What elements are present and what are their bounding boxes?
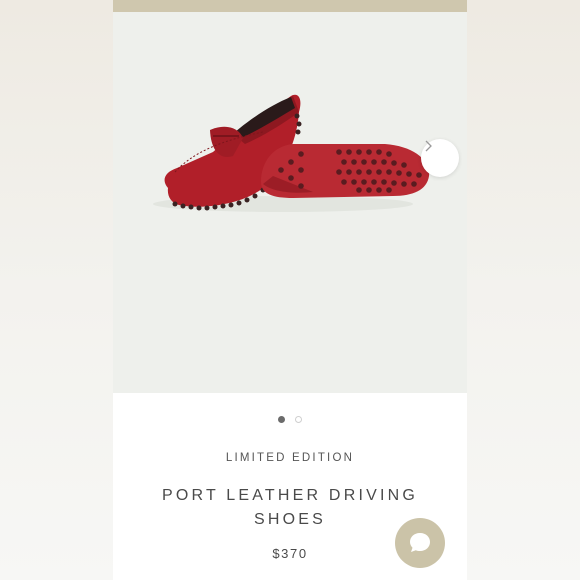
- top-bar: [113, 0, 467, 12]
- background-blur-left: [0, 0, 113, 580]
- chat-button[interactable]: [395, 518, 445, 568]
- product-tag: LIMITED EDITION: [225, 452, 355, 464]
- driving-shoes-illustration: [153, 94, 430, 212]
- gallery-dot-2[interactable]: [295, 416, 302, 423]
- gallery-pagination: [113, 416, 467, 426]
- background-blur-right: [467, 0, 580, 580]
- product-image[interactable]: [113, 12, 467, 393]
- product-page: LIMITED EDITION PORT LEATHER DRIVING SHO…: [113, 0, 467, 580]
- next-image-button[interactable]: [421, 139, 459, 177]
- chevron-right-icon: [425, 140, 432, 152]
- chat-bubble-icon: [410, 533, 430, 552]
- product-title: PORT LEATHER DRIVING SHOES: [161, 487, 419, 528]
- gallery-dot-1[interactable]: [278, 416, 285, 423]
